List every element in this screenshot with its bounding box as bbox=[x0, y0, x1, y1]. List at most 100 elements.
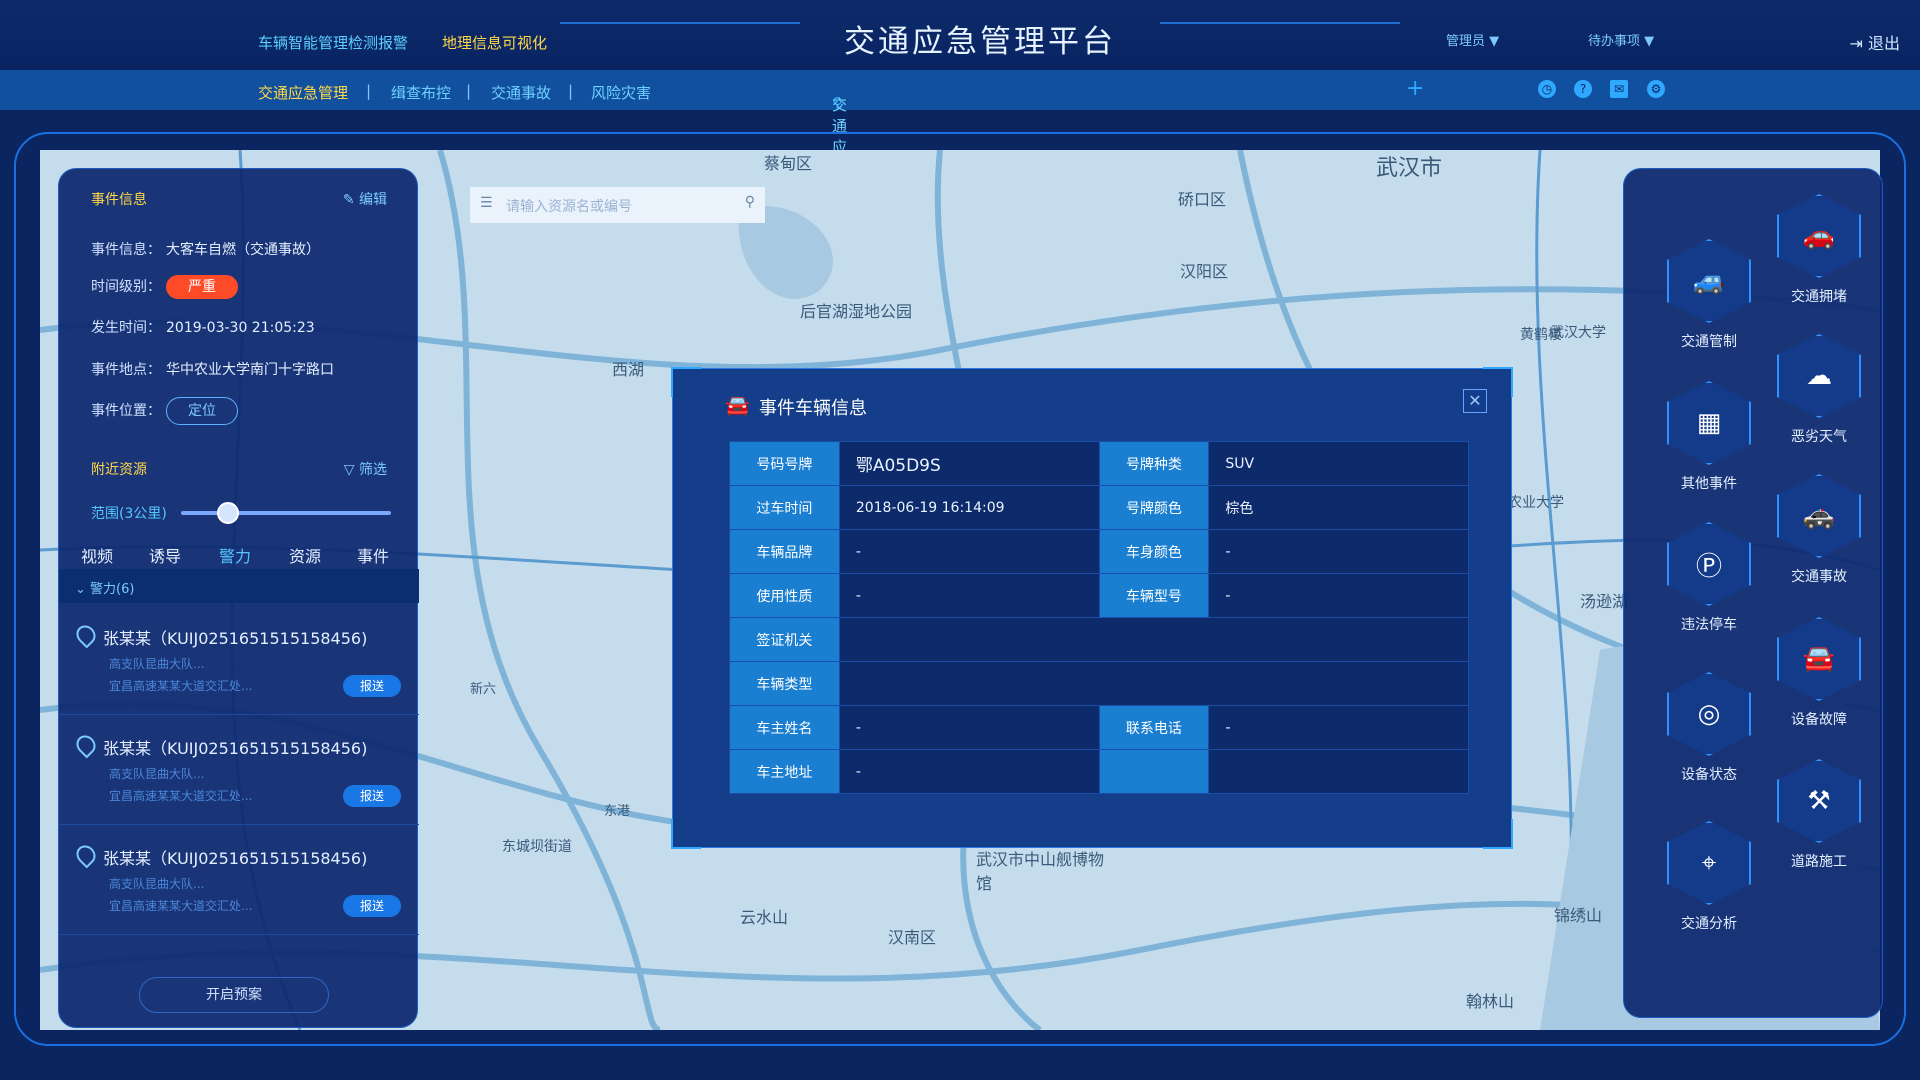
table-row: 车辆品牌 - 车身颜色 - bbox=[729, 529, 1469, 574]
filter-button[interactable]: ▽ 筛选 bbox=[344, 459, 387, 479]
locate-button[interactable]: 定位 bbox=[166, 397, 238, 425]
btn-label: 交通事故 bbox=[1791, 569, 1847, 585]
officer-pin-icon bbox=[72, 731, 100, 759]
btn-label: 设备状态 bbox=[1681, 767, 1737, 783]
search-icon[interactable]: ⚲ bbox=[745, 194, 755, 210]
cell-value: - bbox=[1208, 529, 1469, 574]
report-button[interactable]: 报送 bbox=[343, 785, 401, 807]
todo-label: 待办事项 bbox=[1588, 34, 1641, 49]
clock-icon[interactable]: ◷ bbox=[1538, 80, 1556, 98]
map-label: 新六 bbox=[470, 682, 497, 697]
map-label: 东港 bbox=[604, 804, 631, 819]
report-button[interactable]: 报送 bbox=[343, 895, 401, 917]
todo-menu[interactable]: 待办事项 ▼ bbox=[1588, 30, 1654, 49]
cell-key: 车主地址 bbox=[729, 749, 840, 794]
officer-address: 宜昌高速某某大道交汇处... bbox=[109, 899, 253, 913]
btn-other-event[interactable]: ▦ 其他事件 bbox=[1649, 381, 1769, 493]
tab-resource[interactable]: 资源 bbox=[289, 543, 321, 567]
cell-key: 车主姓名 bbox=[729, 705, 840, 750]
event-row: 事件信息： 大客车自燃（交通事故） bbox=[91, 239, 320, 259]
close-icon[interactable]: ✕ bbox=[1463, 389, 1487, 413]
map-search-input[interactable]: ☰ 请输入资源名或编号 ⚲ bbox=[470, 187, 765, 223]
btn-illegal-parking[interactable]: Ⓟ 违法停车 bbox=[1649, 522, 1769, 634]
no-parking-icon: Ⓟ bbox=[1667, 522, 1751, 606]
group-label: 警力(6) bbox=[90, 582, 135, 597]
btn-traffic-accident[interactable]: 🚓 交通事故 bbox=[1759, 474, 1879, 586]
top-bar: 车辆智能管理检测报警 地理信息可视化 交通应急管理平台 管理员 ▼ 待办事项 ▼… bbox=[0, 0, 1920, 70]
btn-device-status[interactable]: ◎ 设备状态 bbox=[1649, 672, 1769, 784]
cell-key: 联系电话 bbox=[1098, 705, 1210, 750]
map-label: 锦绣山 bbox=[1554, 906, 1603, 925]
level-row: 时间级别： 严重 bbox=[91, 275, 238, 299]
cell-value: SUV bbox=[1208, 441, 1469, 486]
tab-gis[interactable]: 地理信息可视化 bbox=[442, 32, 547, 53]
officer-team: 高支队昆曲大队... bbox=[109, 657, 205, 671]
cell-key: 车身颜色 bbox=[1098, 529, 1210, 574]
page-title: 交通应急管理平台 bbox=[844, 24, 1116, 60]
admin-menu[interactable]: 管理员 ▼ bbox=[1446, 30, 1499, 49]
row-label: 时间级别： bbox=[91, 279, 161, 295]
nav-control[interactable]: 缉查布控 bbox=[391, 82, 451, 103]
corner-decor bbox=[1483, 367, 1513, 397]
cell-value bbox=[838, 661, 1470, 706]
logout-button[interactable]: ⇥ 退出 bbox=[1849, 30, 1900, 54]
list-item[interactable]: 张某某（KUIJ0251651515158456) 高支队昆曲大队... 宜昌高… bbox=[59, 825, 419, 935]
list-item[interactable]: 张某某（KUIJ0251651515158456) 高支队昆曲大队... 宜昌高… bbox=[59, 715, 419, 825]
btn-device-fault[interactable]: 🚘 设备故障 bbox=[1759, 617, 1879, 729]
group-header[interactable]: ⌄ 警力(6) bbox=[59, 569, 419, 603]
nav-risk[interactable]: 风险灾害 bbox=[591, 82, 651, 103]
edit-button[interactable]: ✎ 编辑 bbox=[343, 189, 387, 209]
search-placeholder: 请输入资源名或编号 bbox=[506, 199, 632, 215]
gear-icon[interactable]: ⚙ bbox=[1647, 80, 1665, 98]
vehicle-table: 号码号牌 鄂A05D9S 号牌种类 SUV 过车时间 2018-06-19 16:14:… bbox=[729, 441, 1470, 794]
resource-tabs: 视频 诱导 警力 资源 事件 bbox=[69, 537, 409, 576]
tab-event[interactable]: 事件 bbox=[357, 543, 389, 567]
plus-icon[interactable]: + bbox=[1406, 76, 1424, 101]
vehicle-info-dialog: 🚘 事件车辆信息 ✕ 号码号牌 鄂A05D9S 号牌种类 SUV 过车时间 2018-0… bbox=[671, 367, 1513, 849]
start-plan-button[interactable]: 开启预案 bbox=[139, 977, 329, 1013]
cell-key bbox=[1098, 749, 1210, 794]
time-value: 2019-03-30 21:05:23 bbox=[166, 320, 315, 336]
severity-badge: 严重 bbox=[166, 275, 238, 299]
nav-emergency[interactable]: 交通应急管理 bbox=[258, 82, 348, 103]
tab-vehicle-monitor[interactable]: 车辆智能管理检测报警 bbox=[258, 32, 408, 53]
btn-traffic-analysis[interactable]: ⌖ 交通分析 bbox=[1649, 821, 1769, 933]
btn-label: 交通管制 bbox=[1681, 334, 1737, 350]
cell-value: - bbox=[838, 573, 1100, 618]
nav-divider: | bbox=[466, 82, 472, 100]
help-icon[interactable]: ? bbox=[1574, 80, 1592, 98]
corner-decor bbox=[671, 367, 701, 397]
table-row: 号码号牌 鄂A05D9S 号牌种类 SUV bbox=[729, 441, 1469, 486]
report-button[interactable]: 报送 bbox=[343, 675, 401, 697]
nav-divider: | bbox=[568, 82, 574, 100]
range-slider-track[interactable] bbox=[181, 511, 391, 515]
event-value: 大客车自燃（交通事故） bbox=[166, 242, 320, 258]
range-label: 范围(3公里) bbox=[91, 506, 167, 522]
cell-key: 过车时间 bbox=[729, 485, 840, 530]
mail-icon[interactable]: ✉ bbox=[1610, 80, 1628, 98]
logout-icon: ⇥ bbox=[1849, 34, 1863, 53]
panel-title: 事件信息 bbox=[91, 192, 147, 208]
btn-traffic-jam[interactable]: 🚗 交通拥堵 bbox=[1759, 194, 1879, 306]
cell-key: 车辆品牌 bbox=[729, 529, 840, 574]
filter-icon: ▽ bbox=[343, 462, 355, 478]
tab-guide[interactable]: 诱导 bbox=[149, 543, 181, 567]
pos-row: 事件位置： 定位 bbox=[91, 397, 238, 425]
map-label: 后官湖湿地公园 bbox=[800, 302, 913, 321]
range-slider-handle[interactable] bbox=[217, 502, 239, 524]
nav-divider: | bbox=[366, 82, 372, 100]
cell-value: 鄂A05D9S bbox=[838, 441, 1100, 486]
nav-accident[interactable]: 交通事故 bbox=[491, 82, 551, 103]
list-item[interactable]: 张某某（KUIJ0251651515158456) 高支队昆曲大队... 宜昌高… bbox=[59, 605, 419, 715]
cell-value: - bbox=[838, 705, 1100, 750]
btn-road-construction[interactable]: ⚒ 道路施工 bbox=[1759, 759, 1879, 871]
btn-label: 交通拥堵 bbox=[1791, 289, 1847, 305]
btn-label: 交通分析 bbox=[1681, 916, 1737, 932]
officer-address: 宜昌高速某某大道交汇处... bbox=[109, 789, 253, 803]
cell-value bbox=[838, 617, 1470, 662]
btn-traffic-control[interactable]: 🚙 交通管制 bbox=[1649, 239, 1769, 351]
btn-bad-weather[interactable]: ☁ 恶劣天气 bbox=[1759, 334, 1879, 446]
tab-video[interactable]: 视频 bbox=[81, 543, 113, 567]
map-label: 东城坝街道 bbox=[502, 839, 572, 855]
nearby-title: 附近资源 bbox=[91, 462, 147, 478]
